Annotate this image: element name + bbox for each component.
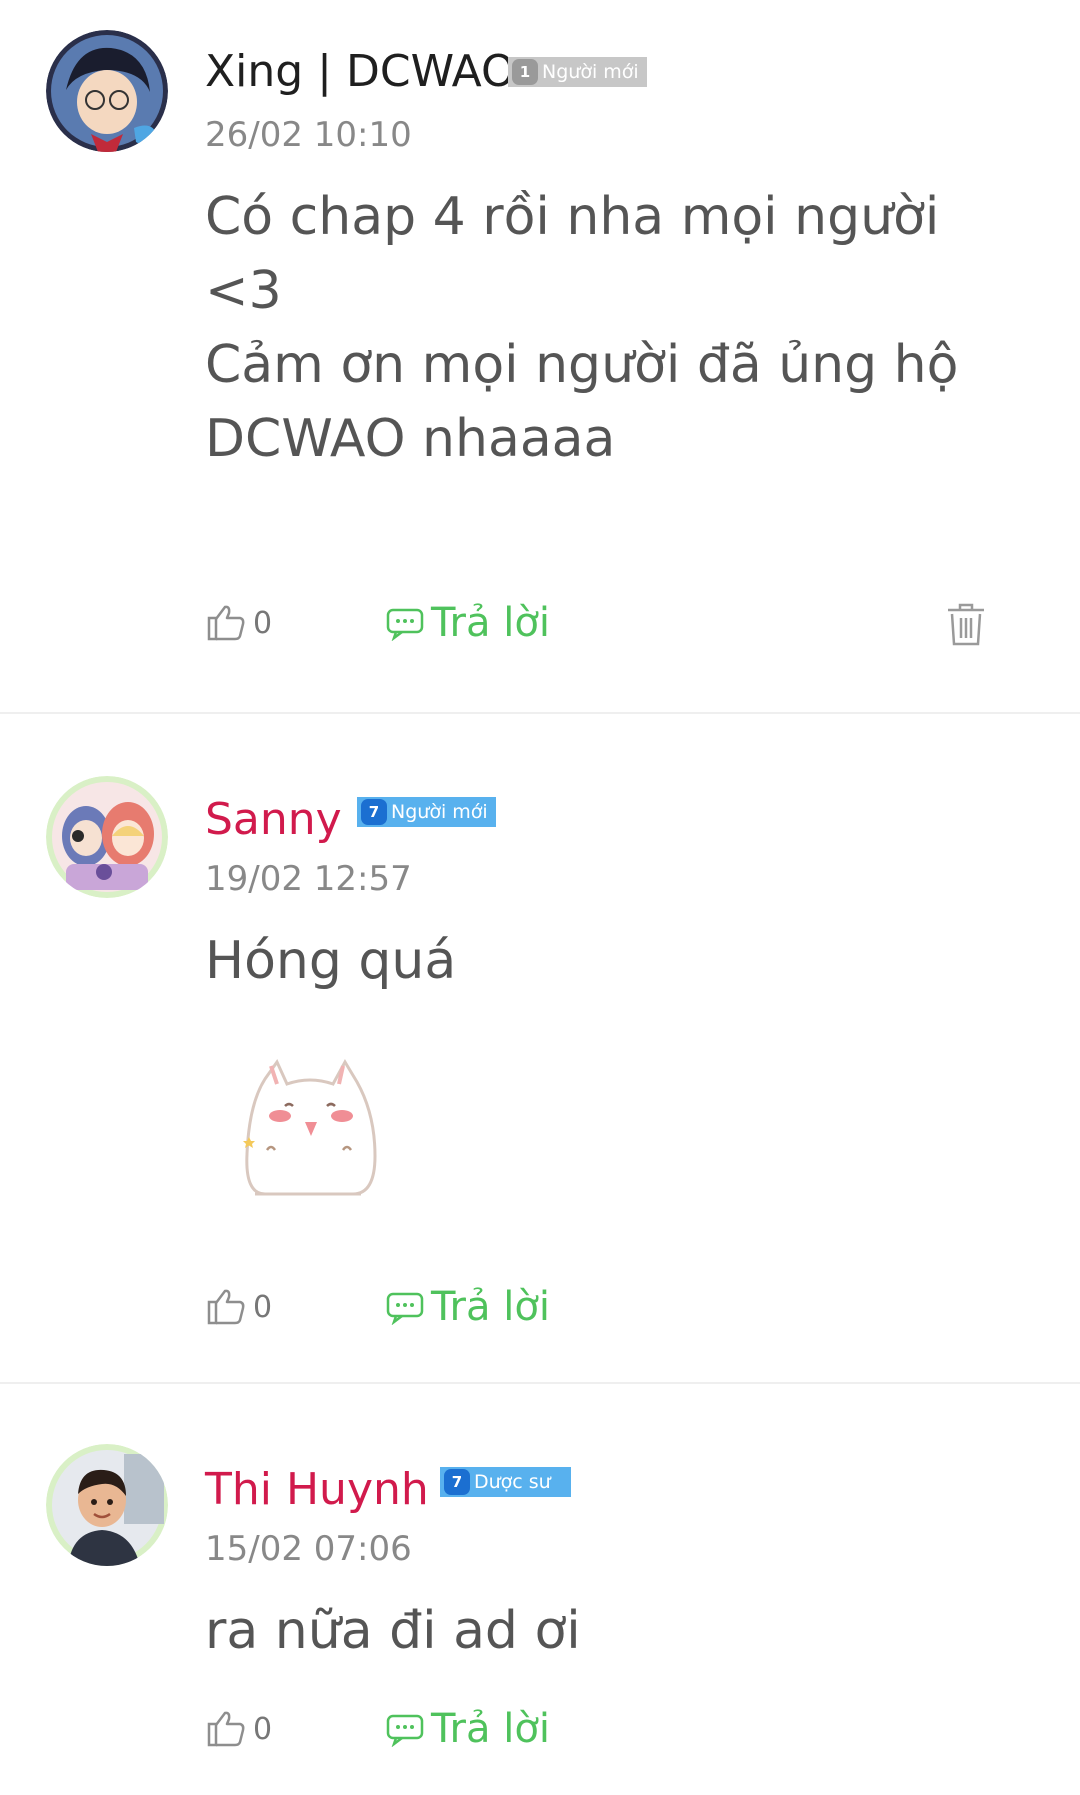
chat-bubble-icon: [386, 608, 424, 641]
reply-label: Trả lời: [431, 600, 550, 646]
avatar[interactable]: [46, 1444, 168, 1566]
rank-label: Người mới: [542, 61, 639, 83]
reply-button[interactable]: Trả lời: [385, 1282, 550, 1332]
like-button[interactable]: 0: [205, 1282, 272, 1332]
trash-icon: [948, 603, 984, 646]
comment-text: Có chap 4 rồi nha mọi người <3 Cảm ơn mọ…: [205, 187, 959, 469]
level-badge: 7 Dược sư: [440, 1467, 571, 1497]
username[interactable]: Xing | DCWAO: [205, 44, 516, 100]
comment-item: Xing | DCWAO 1 Người mới 26/02 10:10 Có …: [0, 0, 1080, 714]
comment-text: Hóng quá: [205, 931, 457, 991]
chat-bubble-icon: [386, 1292, 424, 1325]
level-number: 7: [361, 799, 387, 825]
sticker-image: [225, 1044, 395, 1214]
like-button[interactable]: 0: [205, 1704, 272, 1754]
username[interactable]: Thi Huynh: [205, 1462, 429, 1518]
comment-actions: 0 Trả lời: [205, 598, 1005, 648]
white-cat-sticker: [243, 1058, 377, 1196]
rank-label: Người mới: [391, 801, 488, 823]
thumbs-up-icon: [207, 605, 245, 641]
like-count: 0: [253, 1289, 273, 1325]
level-badge: 7 Người mới: [357, 797, 496, 827]
username[interactable]: Sanny: [205, 792, 342, 848]
rank-label: Dược sư: [474, 1471, 551, 1493]
comment-actions: 0 Trả lời: [205, 1704, 1005, 1754]
comment-item: Thi Huynh 7 Dược sư 15/02 07:06 ra nữa đ…: [0, 1384, 1080, 1795]
thumbs-up-icon: [207, 1711, 245, 1747]
comment-actions: 0 Trả lời: [205, 1282, 1005, 1332]
chat-bubble-icon: [386, 1714, 424, 1747]
avatar[interactable]: [46, 30, 168, 152]
thumbs-up-icon: [207, 1289, 245, 1325]
comment-text: ra nữa đi ad ơi: [205, 1601, 581, 1661]
comment-item: Sanny 7 Người mới 19/02 12:57 Hóng quá 0: [0, 714, 1080, 1384]
like-button[interactable]: 0: [205, 598, 272, 648]
timestamp: 26/02 10:10: [205, 115, 412, 155]
reply-button[interactable]: Trả lời: [385, 1704, 550, 1754]
level-badge: 1 Người mới: [508, 57, 647, 87]
level-number: 1: [512, 59, 538, 85]
reply-button[interactable]: Trả lời: [385, 598, 550, 648]
level-number: 7: [444, 1469, 470, 1495]
like-count: 0: [253, 605, 273, 641]
like-count: 0: [253, 1711, 273, 1747]
reply-label: Trả lời: [431, 1706, 550, 1752]
timestamp: 19/02 12:57: [205, 859, 412, 899]
timestamp: 15/02 07:06: [205, 1529, 412, 1569]
avatar[interactable]: [46, 776, 168, 898]
reply-label: Trả lời: [431, 1284, 550, 1330]
delete-button[interactable]: [945, 602, 987, 650]
